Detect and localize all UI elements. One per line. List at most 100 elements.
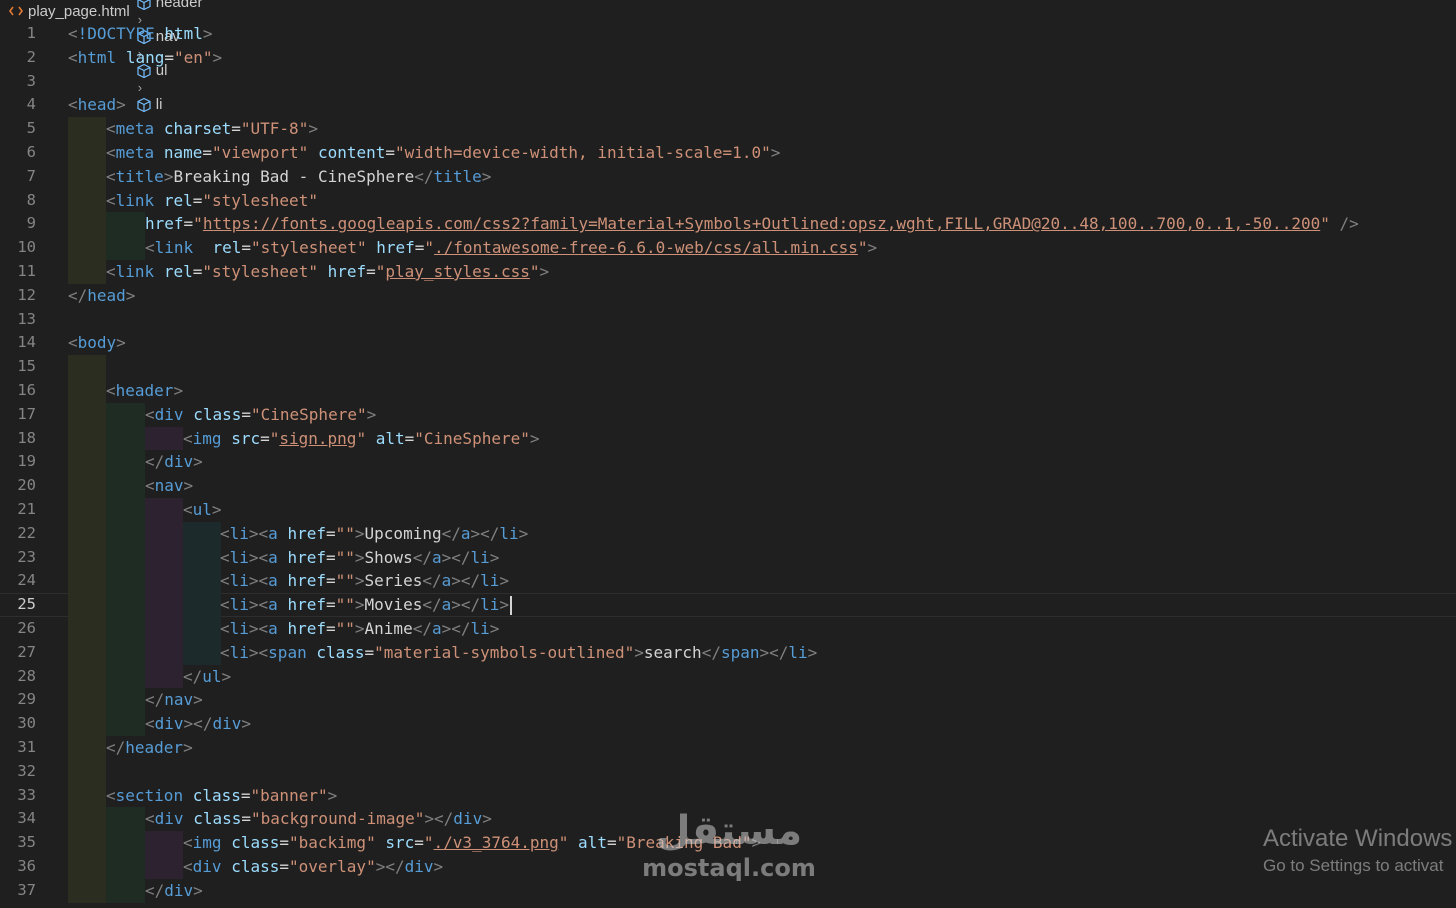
code-token: "background-image" <box>251 809 425 829</box>
indent-guide <box>106 236 145 260</box>
code-line[interactable]: 7 <title>Breaking Bad - CineSphere</title… <box>0 164 1456 189</box>
code-token: = <box>606 833 617 853</box>
code-token: "en" <box>173 47 213 67</box>
code-line[interactable]: 19 </div> <box>0 450 1456 475</box>
code-token: = <box>404 428 415 448</box>
code-token: > <box>539 262 550 281</box>
code-line[interactable]: 3 <box>0 70 1456 94</box>
indent-guide <box>145 569 183 594</box>
code-line[interactable]: 6 <meta name="viewport" content="width=de… <box>0 141 1456 165</box>
code-token: meta <box>115 143 155 162</box>
indent-guide <box>68 498 106 522</box>
code-token: = <box>241 809 251 829</box>
line-number: 29 <box>17 690 36 709</box>
code-line[interactable]: 14 <body> <box>0 331 1456 355</box>
code-line[interactable]: 1 <!DOCTYPE html> <box>0 22 1456 46</box>
code-line[interactable]: 27 <li><span class="material-symbols-outl… <box>0 640 1456 665</box>
code-token: a <box>441 571 452 591</box>
code-token: href <box>287 619 326 638</box>
code-line[interactable]: 8 <link rel="stylesheet" <box>0 188 1456 213</box>
code-token: ></ <box>441 619 471 638</box>
code-line[interactable]: 11 <link rel="stylesheet" href="play_styl… <box>0 260 1456 284</box>
code-line[interactable]: 21 <ul> <box>0 498 1456 522</box>
indent-guide <box>145 617 183 641</box>
code-token: div <box>154 809 184 829</box>
code-line[interactable]: 33 <section class="banner"> <box>0 783 1456 808</box>
code-line[interactable]: 31 </header> <box>0 736 1456 760</box>
code-token: li <box>788 642 808 662</box>
code-token: ></ <box>183 714 213 734</box>
line-number: 2 <box>26 47 36 66</box>
code-line[interactable]: 24 <li><a href="">Series</a></li> <box>0 569 1456 594</box>
code-line[interactable]: 26 <li><a href="">Anime</a></li> <box>0 617 1456 641</box>
code-token: "UTF-8" <box>240 119 309 139</box>
indent-guide <box>68 474 106 498</box>
code-text: <header> <box>106 379 183 403</box>
code-token: < <box>106 143 116 162</box>
code-line[interactable]: 5 <meta charset="UTF-8"> <box>0 117 1456 141</box>
code-token: ul <box>192 500 212 519</box>
code-token: li <box>470 547 490 567</box>
code-token: > <box>183 476 194 496</box>
code-line[interactable]: 20 <nav> <box>0 474 1456 498</box>
code-line[interactable]: 13 <box>0 308 1456 332</box>
code-token: rel <box>163 262 193 281</box>
indent-guide <box>106 545 145 570</box>
indent-guide <box>145 664 183 689</box>
code-token: > <box>202 24 213 43</box>
code-token: link <box>154 238 194 258</box>
code-line[interactable]: 22 <li><a href="">Upcoming</a></li> <box>0 521 1456 546</box>
code-token: a <box>431 619 442 638</box>
indent-guide <box>145 498 183 522</box>
code-text: </header> <box>106 736 193 760</box>
code-token: a <box>431 547 442 567</box>
code-token: span <box>720 642 760 662</box>
code-line[interactable]: 2 <html lang="en"> <box>0 46 1456 70</box>
code-token: < <box>145 809 155 829</box>
code-token: < <box>106 262 116 281</box>
code-token: div <box>192 857 222 876</box>
indent-guide <box>68 807 106 832</box>
code-line[interactable]: 15 <box>0 355 1456 379</box>
code-token: " <box>356 428 367 448</box>
code-text: <title>Breaking Bad - CineSphere</title> <box>106 165 491 189</box>
code-token: > <box>193 880 203 900</box>
code-line[interactable]: 4 <head> <box>0 93 1456 117</box>
code-token: div <box>453 809 483 829</box>
code-token: ></ <box>375 857 405 876</box>
code-token: "width=device-width, initial-scale=1.0" <box>395 143 771 162</box>
code-token: > <box>116 95 126 115</box>
code-line[interactable]: 28 </ul> <box>0 664 1456 689</box>
code-token: < <box>220 523 230 543</box>
indent-guide <box>106 450 145 475</box>
code-line[interactable]: 10 <link rel="stylesheet" href="./fontawe… <box>0 236 1456 260</box>
code-editor[interactable]: 1 <!DOCTYPE html> 2 <html lang="en"> 3 4 <head… <box>0 22 1456 908</box>
code-line[interactable]: 16 <header> <box>0 379 1456 403</box>
code-token: = <box>241 404 251 424</box>
code-token: href <box>287 595 326 615</box>
code-line[interactable]: 9 href="https://fonts.googleapis.com/css2… <box>0 212 1456 237</box>
indent-guide <box>106 640 145 665</box>
code-token: Upcoming <box>364 523 442 543</box>
code-line[interactable]: 25 <li><a href="">Movies</a></li> <box>0 593 1456 617</box>
breadcrumb-file[interactable]: play_page.html <box>8 3 130 20</box>
code-token: = <box>279 857 289 876</box>
code-line[interactable]: 18 <img src="sign.png" alt="CineSphere"> <box>0 426 1456 451</box>
code-line[interactable]: 29 </nav> <box>0 688 1456 713</box>
breadcrumb-item-header[interactable]: header <box>136 0 202 11</box>
code-line[interactable]: 17 <div class="CineSphere"> <box>0 402 1456 427</box>
code-line[interactable]: 32 <box>0 759 1456 784</box>
line-number: 8 <box>26 190 36 209</box>
code-token: < <box>145 476 155 496</box>
code-token: >< <box>248 619 269 638</box>
code-token: < <box>220 571 230 591</box>
code-line[interactable]: 12 </head> <box>0 284 1456 308</box>
code-line[interactable]: 30 <div></div> <box>0 712 1456 736</box>
code-text: <link rel="stylesheet" <box>106 189 318 213</box>
code-line[interactable]: 23 <li><a href="">Shows</a></li> <box>0 545 1456 570</box>
code-token: body <box>77 333 117 353</box>
watermark: مستقل mostaql.com <box>636 808 822 888</box>
